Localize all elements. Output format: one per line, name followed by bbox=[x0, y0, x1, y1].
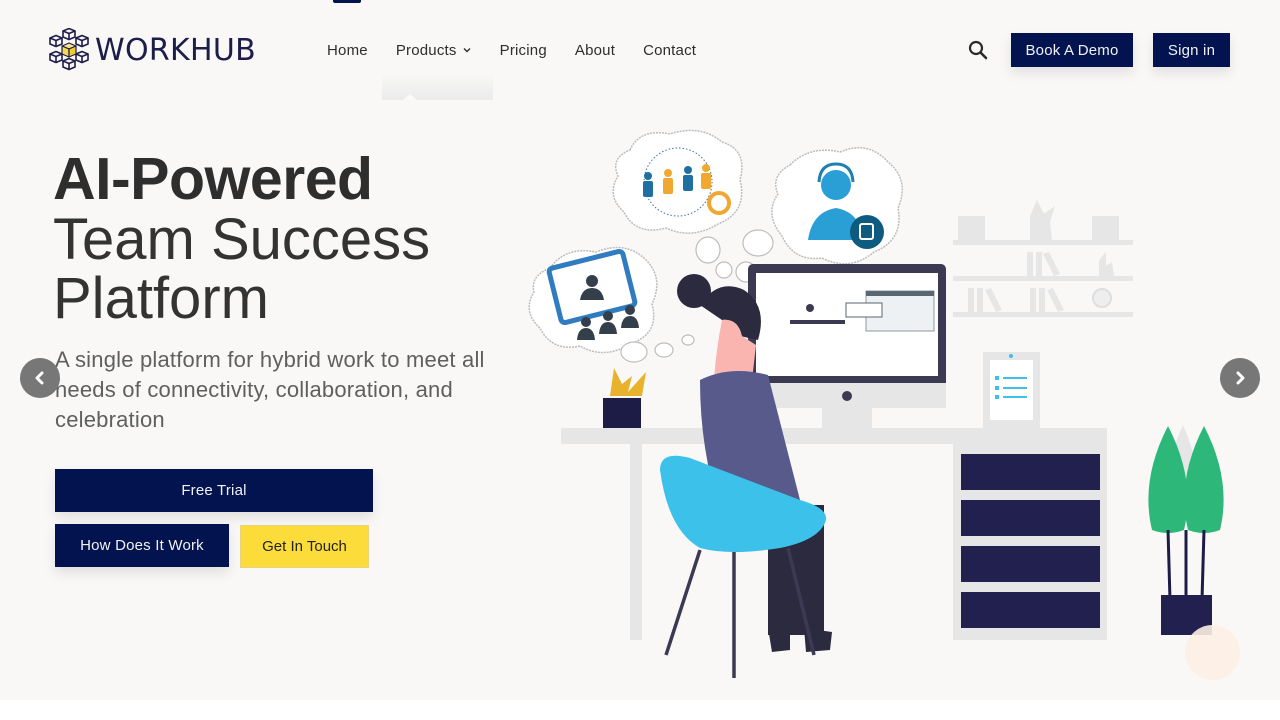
floor-plant bbox=[1148, 425, 1224, 635]
free-trial-button[interactable]: Free Trial bbox=[55, 469, 373, 512]
nav-item-pricing[interactable]: Pricing bbox=[500, 40, 547, 60]
cube-cluster-icon bbox=[49, 28, 89, 71]
nav-item-label: Home bbox=[327, 41, 368, 59]
search-icon bbox=[968, 40, 988, 60]
get-in-touch-button[interactable]: Get In Touch bbox=[240, 525, 369, 568]
headline-bold: AI-Powered bbox=[53, 146, 373, 212]
hero-subtext: A single platform for hybrid work to mee… bbox=[55, 347, 485, 432]
hero-headline: AI-Powered Team Success Platform bbox=[53, 148, 430, 328]
thought-bubble-video-call bbox=[528, 246, 658, 354]
nav-item-products[interactable]: Products bbox=[396, 40, 472, 60]
nav-item-label: Products bbox=[395, 41, 457, 59]
nav-item-about[interactable]: About bbox=[575, 40, 615, 60]
sign-in-button[interactable]: Sign in bbox=[1153, 33, 1230, 67]
chevron-down-icon bbox=[463, 48, 471, 53]
headline-line-3: Platform bbox=[53, 266, 269, 331]
products-dropdown-hint bbox=[382, 73, 493, 100]
chat-widget-button[interactable] bbox=[1185, 625, 1240, 680]
search-button[interactable] bbox=[967, 39, 989, 61]
nav-item-contact[interactable]: Contact bbox=[643, 40, 696, 60]
how-it-works-button[interactable]: How Does It Work bbox=[55, 524, 229, 567]
computer-monitor bbox=[748, 264, 946, 428]
nav-item-label: Contact bbox=[643, 41, 697, 59]
page-bottom-strip bbox=[0, 700, 1280, 720]
thought-bubble-team bbox=[612, 129, 743, 234]
carousel-next-button[interactable] bbox=[1220, 358, 1260, 398]
nav-active-indicator bbox=[333, 0, 361, 3]
nav-item-label: About bbox=[574, 41, 616, 59]
desk-plant bbox=[603, 368, 646, 428]
main-nav: Home Products Pricing About Contact bbox=[327, 40, 724, 60]
nav-item-label: Pricing bbox=[499, 41, 547, 59]
book-demo-button[interactable]: Book A Demo bbox=[1011, 33, 1133, 67]
carousel-prev-button[interactable] bbox=[20, 358, 60, 398]
wall-shelves bbox=[953, 200, 1133, 317]
chevron-right-icon bbox=[1236, 371, 1245, 385]
thought-bubble-support bbox=[771, 147, 903, 265]
chevron-left-icon bbox=[35, 371, 44, 385]
nav-item-home[interactable]: Home bbox=[327, 40, 368, 60]
brand-name: WORKHUB bbox=[95, 32, 256, 68]
hero-illustration bbox=[528, 129, 1224, 678]
tablet bbox=[983, 352, 1040, 428]
headline-line-2: Team Success bbox=[53, 207, 431, 272]
dropdown-caret bbox=[403, 94, 417, 100]
brand-logo[interactable]: WORKHUB bbox=[49, 28, 256, 72]
